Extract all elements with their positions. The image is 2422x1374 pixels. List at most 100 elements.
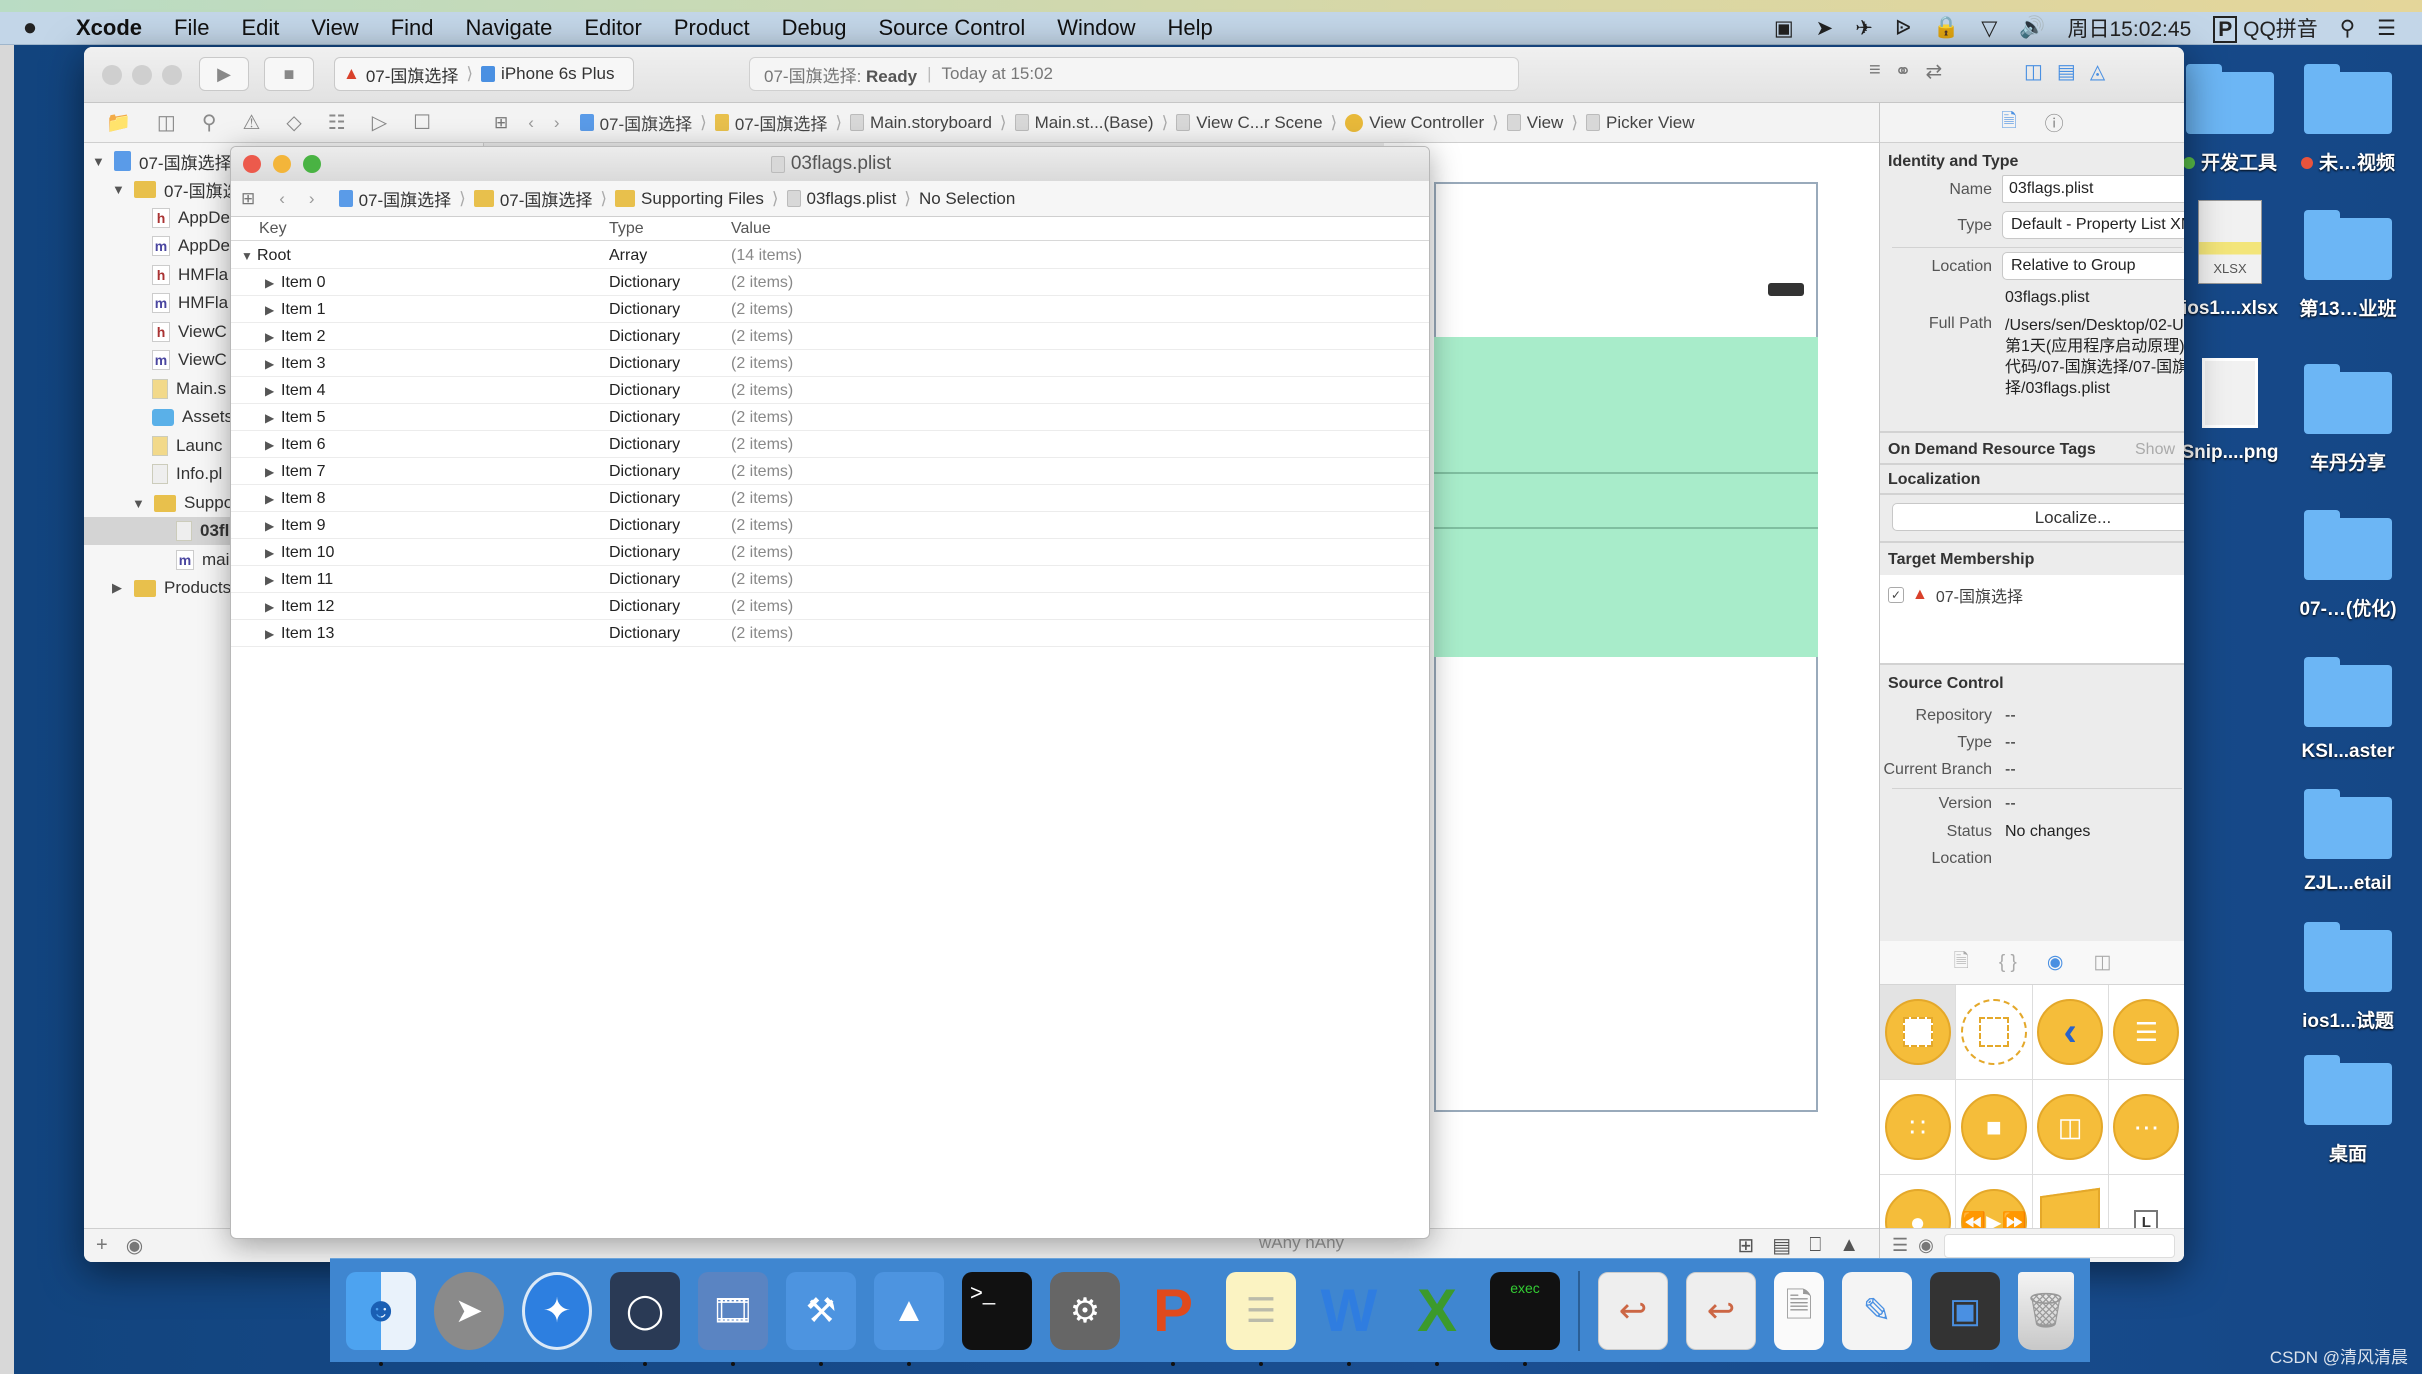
- jump-crumb[interactable]: Main.storyboard: [850, 113, 992, 133]
- row-key[interactable]: Item 4: [281, 382, 325, 400]
- file-inspector-icon[interactable]: 🗎: [2001, 107, 2016, 139]
- row-key[interactable]: Item 6: [281, 436, 325, 454]
- jump-crumb[interactable]: 07-国旗选择: [714, 110, 827, 135]
- menu-window[interactable]: Window: [1041, 15, 1151, 41]
- row-key[interactable]: Item 12: [281, 598, 334, 616]
- disclosure-closed-icon[interactable]: ▶: [265, 438, 274, 452]
- menu-navigate[interactable]: Navigate: [450, 15, 569, 41]
- menu-editor[interactable]: Editor: [568, 15, 657, 41]
- row-key[interactable]: Item 2: [281, 328, 325, 346]
- desktop-icon[interactable]: ZJL...etail: [2288, 789, 2408, 895]
- disclosure-closed-icon[interactable]: ▶: [265, 303, 274, 317]
- menu-edit[interactable]: Edit: [225, 15, 295, 41]
- list-view-icon[interactable]: ☰: [1892, 1235, 1908, 1256]
- row-type[interactable]: Dictionary: [609, 436, 680, 454]
- issue-navigator-icon[interactable]: ⚠: [242, 110, 260, 135]
- menu-debug[interactable]: Debug: [766, 15, 863, 41]
- related-items-icon[interactable]: ⊞: [494, 113, 508, 133]
- navigator-item-group[interactable]: ▼ 07-国旗选: [112, 175, 240, 203]
- jump-crumb[interactable]: Picker View: [1585, 113, 1694, 133]
- menu-view[interactable]: View: [295, 15, 374, 41]
- desktop-icon[interactable]: 开发工具: [2170, 64, 2290, 175]
- disclosure-closed-icon[interactable]: ▶: [265, 546, 274, 560]
- disclosure-closed-icon[interactable]: ▶: [265, 276, 274, 290]
- row-value[interactable]: (2 items): [731, 355, 793, 373]
- desktop-icon[interactable]: ios1...试题: [2288, 922, 2408, 1033]
- back-button[interactable]: ‹: [279, 189, 285, 209]
- report-navigator-icon[interactable]: ☐: [413, 110, 431, 135]
- forward-button[interactable]: ›: [309, 189, 315, 209]
- file-template-library-icon[interactable]: 🗎: [1954, 947, 1969, 979]
- disclosure-closed-icon[interactable]: ▶: [265, 357, 274, 371]
- plist-row[interactable]: ▶ Item 7 Dictionary (2 items): [231, 458, 1429, 485]
- picker-view[interactable]: [1434, 337, 1818, 657]
- jump-crumb[interactable]: 07-国旗选择: [473, 186, 592, 211]
- dock-document[interactable]: 🗎: [1774, 1271, 1824, 1350]
- plist-row[interactable]: ▶ Item 5 Dictionary (2 items): [231, 404, 1429, 431]
- dock-excel[interactable]: X: [1402, 1272, 1472, 1366]
- dock-document[interactable]: ↩: [1686, 1271, 1756, 1350]
- dock-notes[interactable]: ☰: [1226, 1271, 1296, 1366]
- dock-document[interactable]: ▣: [1930, 1271, 2000, 1350]
- navigator-item-file[interactable]: Main.s: [152, 375, 226, 403]
- desktop-icon[interactable]: 未…视频: [2288, 64, 2408, 175]
- spotlight-icon[interactable]: ⚲: [2340, 16, 2355, 41]
- run-button[interactable]: ▶: [199, 57, 249, 91]
- wifi-icon[interactable]: ▽: [1981, 16, 1997, 41]
- plist-row[interactable]: ▶ Item 3 Dictionary (2 items): [231, 350, 1429, 377]
- row-value[interactable]: (2 items): [731, 517, 793, 535]
- plist-row[interactable]: ▶ Item 4 Dictionary (2 items): [231, 377, 1429, 404]
- navigator-item-file[interactable]: Info.pl: [152, 460, 222, 488]
- disclosure-closed-icon[interactable]: ▶: [265, 465, 274, 479]
- dock-mouse-app[interactable]: ◯: [610, 1271, 680, 1366]
- menu-file[interactable]: File: [158, 15, 225, 41]
- disclosure-closed-icon[interactable]: ▶: [265, 384, 274, 398]
- desktop-icon[interactable]: 车丹分享: [2288, 364, 2408, 475]
- dock-system-preferences[interactable]: ⚙: [1050, 1271, 1120, 1350]
- plist-row[interactable]: ▶ Item 13 Dictionary (2 items): [231, 620, 1429, 647]
- forward-button[interactable]: ›: [554, 113, 560, 133]
- localize-button[interactable]: Localize...: [1892, 503, 2184, 531]
- jump-crumb[interactable]: View C...r Scene: [1176, 113, 1323, 133]
- scheme-selector[interactable]: ▲ 07-国旗选择 ⟩ iPhone 6s Plus: [334, 57, 634, 91]
- row-key[interactable]: Item 5: [281, 409, 325, 427]
- volume-icon[interactable]: 🔊: [2019, 16, 2045, 40]
- dock-word[interactable]: W: [1314, 1272, 1384, 1366]
- row-key[interactable]: Root: [257, 247, 291, 265]
- disclosure-open-icon[interactable]: ▼: [112, 182, 126, 197]
- row-type[interactable]: Array: [609, 247, 647, 265]
- close-button[interactable]: [102, 65, 122, 85]
- dock-safari[interactable]: ✦: [522, 1271, 592, 1350]
- row-type[interactable]: Dictionary: [609, 625, 680, 643]
- library-item-view-controller[interactable]: [1880, 985, 1957, 1080]
- row-type[interactable]: Dictionary: [609, 544, 680, 562]
- desktop-icon[interactable]: 第13…业班: [2288, 210, 2408, 321]
- plist-row[interactable]: ▶ Item 9 Dictionary (2 items): [231, 512, 1429, 539]
- breakpoint-navigator-icon[interactable]: ▷: [372, 110, 387, 135]
- row-key[interactable]: Item 1: [281, 301, 325, 319]
- row-type[interactable]: Dictionary: [609, 301, 680, 319]
- row-value[interactable]: (2 items): [731, 544, 793, 562]
- jump-crumb[interactable]: No Selection: [919, 189, 1015, 209]
- menu-app[interactable]: Xcode: [60, 15, 158, 41]
- row-key[interactable]: Item 10: [281, 544, 334, 562]
- bluetooth-icon[interactable]: ᐉ: [1895, 16, 1911, 41]
- disclosure-closed-icon[interactable]: ▶: [265, 600, 274, 614]
- row-value[interactable]: (2 items): [731, 571, 793, 589]
- jump-crumb[interactable]: View Controller: [1345, 113, 1484, 133]
- resolve-icon[interactable]: ▲: [1839, 1234, 1859, 1257]
- toggle-debug-area-icon[interactable]: ▤: [2057, 59, 2076, 84]
- airplane-icon[interactable]: ✈: [1855, 16, 1873, 41]
- disclosure-closed-icon[interactable]: ▶: [265, 330, 274, 344]
- navigator-item-project[interactable]: ▼ 07-国旗选择: [92, 147, 232, 175]
- disclosure-closed-icon[interactable]: ▶: [265, 627, 274, 641]
- column-key[interactable]: Key: [259, 220, 287, 238]
- row-type[interactable]: Dictionary: [609, 490, 680, 508]
- code-snippet-library-icon[interactable]: { }: [1999, 952, 2017, 974]
- navigator-item-file[interactable]: m AppDe: [152, 232, 230, 260]
- row-value[interactable]: (2 items): [731, 463, 793, 481]
- debug-navigator-icon[interactable]: ☷: [328, 110, 346, 135]
- row-key[interactable]: Item 0: [281, 274, 325, 292]
- apple-menu-icon[interactable]: ●: [0, 14, 60, 42]
- desktop-icon[interactable]: XLSX ios1....xlsx: [2170, 200, 2290, 320]
